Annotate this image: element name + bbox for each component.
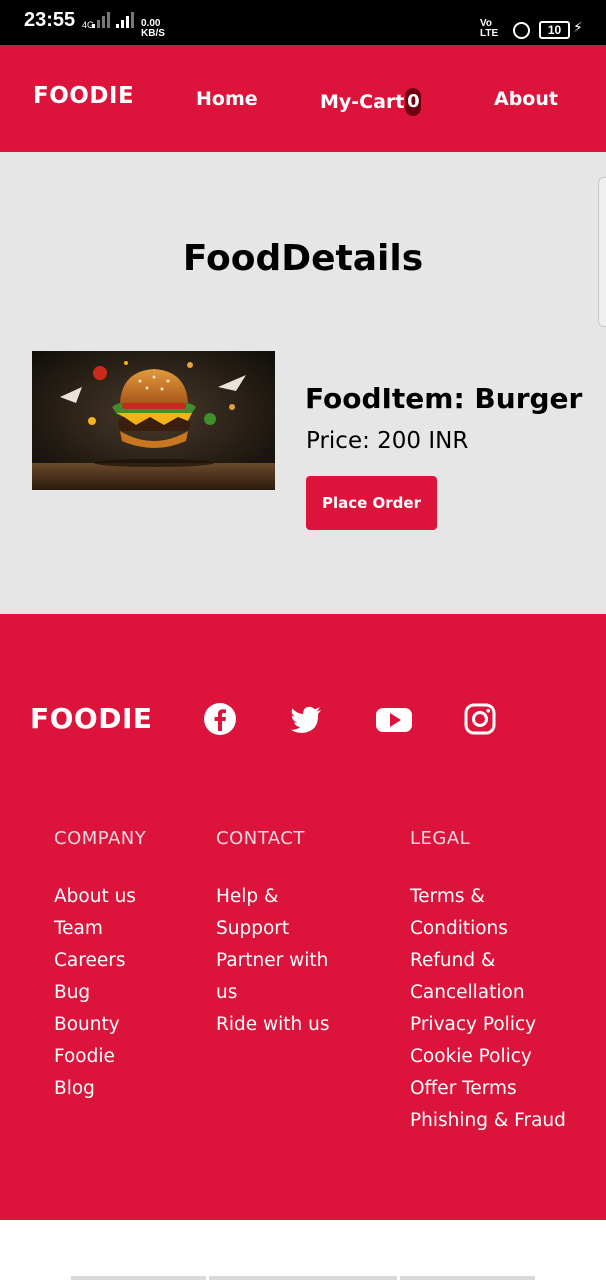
bottom-divider bbox=[209, 1276, 397, 1280]
footer: FOODIE COMPANY About us Team Careers Bug… bbox=[0, 614, 606, 1220]
footer-link[interactable]: Partner with bbox=[216, 945, 366, 977]
footer-column-contact: CONTACT Help & Support Partner with us R… bbox=[216, 828, 366, 1041]
volte-indicator: Vo LTE bbox=[480, 18, 499, 39]
footer-link[interactable]: Careers bbox=[54, 945, 164, 977]
footer-column-legal: LEGAL Terms & Conditions Refund & Cancel… bbox=[410, 828, 600, 1137]
footer-link[interactable]: Offer Terms bbox=[410, 1073, 600, 1105]
lock-icon bbox=[513, 22, 530, 39]
food-details-section: FoodDetails FoodItem: Burger Price: 200 … bbox=[0, 152, 606, 614]
brand-logo[interactable]: FOODIE bbox=[33, 83, 134, 109]
signal-icon bbox=[116, 12, 134, 28]
twitter-icon[interactable] bbox=[289, 702, 323, 736]
footer-link[interactable]: Phishing & Fraud bbox=[410, 1105, 600, 1137]
footer-link[interactable]: Privacy Policy bbox=[410, 1009, 600, 1041]
burger-image bbox=[32, 351, 275, 490]
footer-heading-company: COMPANY bbox=[54, 828, 147, 849]
instagram-icon[interactable] bbox=[463, 702, 497, 736]
nav-about-link[interactable]: About bbox=[494, 88, 558, 110]
top-navbar: FOODIE Home My-Cart 0 About bbox=[0, 45, 606, 152]
footer-link[interactable]: Team bbox=[54, 913, 164, 945]
footer-link[interactable]: Conditions bbox=[410, 913, 600, 945]
footer-heading-contact: CONTACT bbox=[216, 828, 305, 849]
footer-link[interactable]: Cancellation bbox=[410, 977, 600, 1009]
nav-cart-label: My-Cart bbox=[320, 91, 405, 113]
footer-column-company: COMPANY About us Team Careers Bug Bounty… bbox=[54, 828, 164, 1105]
footer-link[interactable]: Support bbox=[216, 913, 366, 945]
charging-icon: ⚡ bbox=[573, 20, 583, 36]
footer-link[interactable]: Terms & bbox=[410, 881, 600, 913]
battery-level: 10 bbox=[547, 23, 562, 37]
nav-cart-link[interactable]: My-Cart 0 bbox=[320, 88, 422, 116]
nav-home-link[interactable]: Home bbox=[196, 88, 258, 110]
cart-count-badge: 0 bbox=[405, 88, 422, 116]
footer-brand-logo[interactable]: FOODIE bbox=[30, 702, 153, 735]
status-bar: 23:55 4G 0.00 KB/S Vo LTE 10 ⚡ bbox=[0, 0, 606, 45]
bottom-divider bbox=[400, 1276, 535, 1280]
network-speed: 0.00 KB/S bbox=[141, 18, 165, 39]
footer-link[interactable]: Bug bbox=[54, 977, 164, 1009]
battery-icon: 10 bbox=[539, 21, 570, 39]
signal-icon bbox=[92, 12, 110, 28]
facebook-icon[interactable] bbox=[203, 702, 237, 736]
footer-link[interactable]: us bbox=[216, 977, 366, 1009]
side-scroll-handle[interactable] bbox=[598, 177, 606, 327]
footer-link[interactable]: Bounty bbox=[54, 1009, 164, 1041]
food-item-name: FoodItem: Burger bbox=[305, 382, 583, 415]
footer-link[interactable]: Foodie bbox=[54, 1041, 164, 1073]
footer-heading-legal: LEGAL bbox=[410, 828, 471, 849]
footer-link[interactable]: Refund & bbox=[410, 945, 600, 977]
youtube-icon[interactable] bbox=[375, 702, 413, 736]
footer-link[interactable]: Ride with us bbox=[216, 1009, 366, 1041]
food-item-price: Price: 200 INR bbox=[306, 428, 469, 454]
status-time: 23:55 bbox=[24, 9, 76, 31]
footer-link[interactable]: Cookie Policy bbox=[410, 1041, 600, 1073]
footer-link[interactable]: Blog bbox=[54, 1073, 164, 1105]
place-order-button[interactable]: Place Order bbox=[306, 476, 437, 530]
footer-link[interactable]: About us bbox=[54, 881, 164, 913]
page-bottom bbox=[0, 1220, 606, 1280]
page-title: FoodDetails bbox=[182, 238, 424, 279]
footer-link[interactable]: Help & bbox=[216, 881, 366, 913]
bottom-divider bbox=[71, 1276, 206, 1280]
